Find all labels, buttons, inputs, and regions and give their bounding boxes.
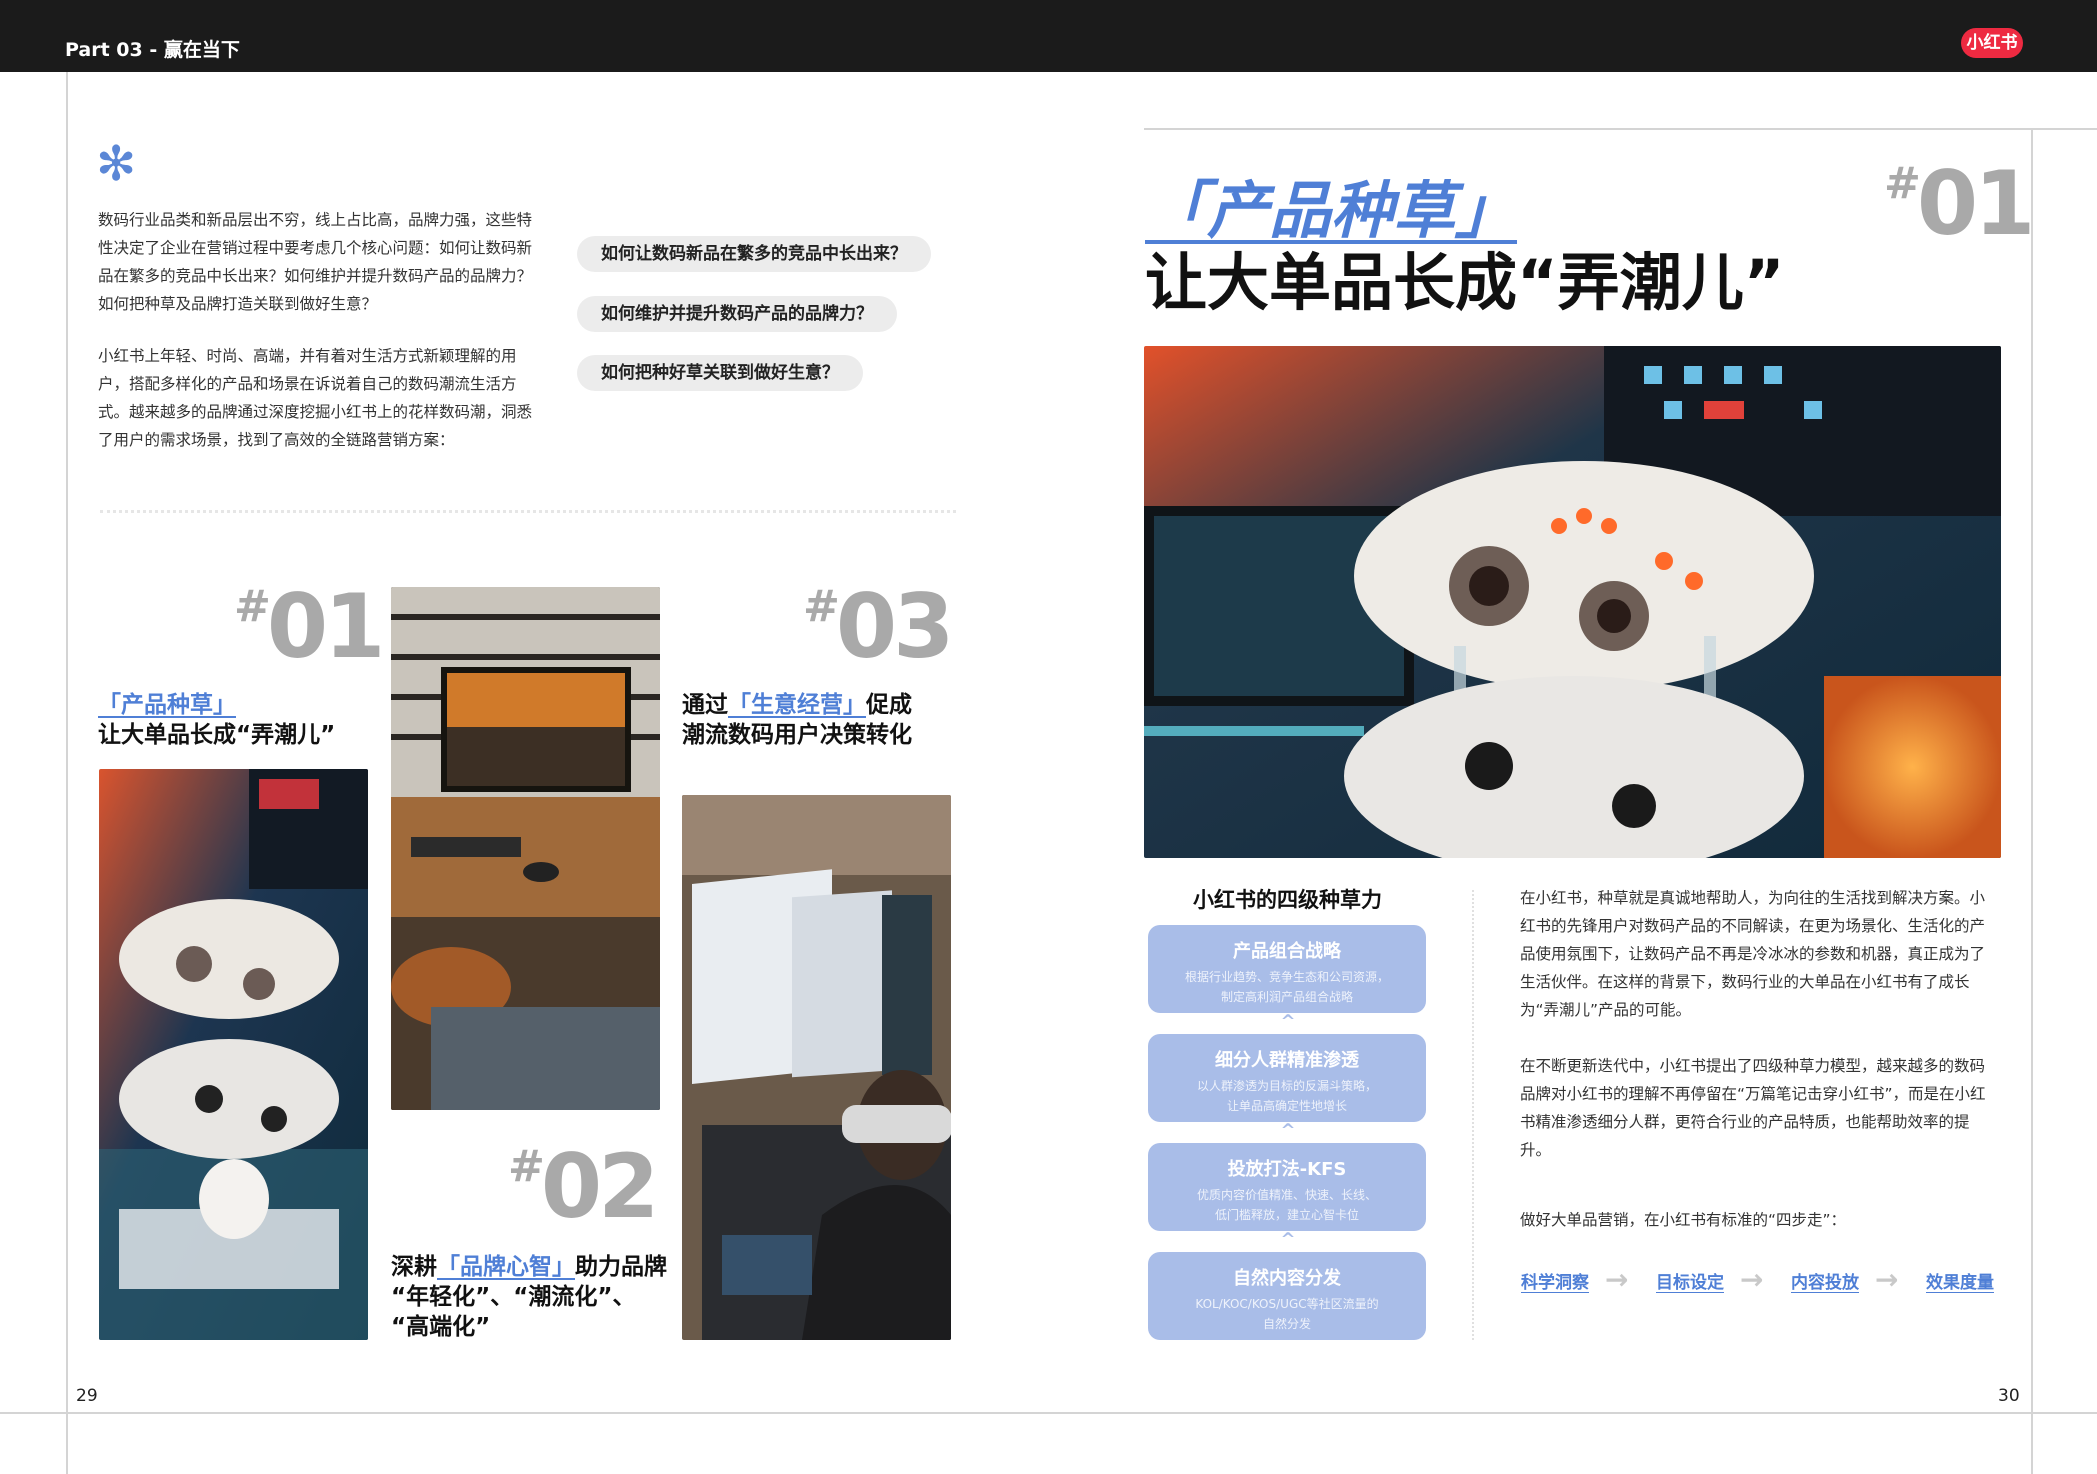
arrow-right-icon: →	[1605, 1263, 1629, 1296]
controllers-hero-photo	[1144, 346, 2001, 858]
main-title-line2: 让大单品长成“弄潮儿”	[1145, 246, 1785, 319]
desk-setup-photo	[391, 587, 660, 1110]
right-margin-line	[2031, 128, 2033, 1474]
right-paragraph-2: 在不断更新迭代中，小红书提出了四级种草力模型，越来越多的数码品牌对小红书的理解不…	[1520, 1057, 1986, 1159]
arrow-right-icon: →	[1740, 1263, 1764, 1296]
number-02-label: #02	[508, 1135, 659, 1238]
page-number-right: 30	[1998, 1386, 2020, 1406]
section-title: Part 03 - 赢在当下	[65, 39, 240, 61]
intro-paragraph-1: 数码行业品类和新品层出不穷，线上占比高，品牌力强，这些特性决定了企业在营销过程中…	[98, 211, 533, 313]
step-2: 目标设定	[1656, 1273, 1724, 1293]
number-01-label: #01	[234, 575, 385, 678]
right-paragraph-1: 在小红书，种草就是真诚地帮助人，为向往的生活找到解决方案。小红书的先锋用户对数码…	[1520, 889, 1986, 1019]
controllers-photo	[99, 769, 368, 1340]
asterisk-icon: ✻	[96, 136, 137, 192]
tier-4-card: 自然内容分发 KOL/KOC/KOS/UGC等社区流量的 自然分发	[1148, 1252, 1426, 1340]
model-title: 小红书的四级种草力	[1193, 888, 1382, 912]
item-02-heading: 深耕「品牌心智」助力品牌 “年轻化”、“潮流化”、 “高端化”	[391, 1254, 667, 1340]
top-bar: Part 03 - 赢在当下 小红书	[0, 0, 2097, 72]
number-03-label: #03	[803, 575, 954, 678]
xiaohongshu-logo: 小红书	[1961, 28, 2023, 58]
right-top-line	[1144, 128, 2097, 130]
dotted-vertical-divider	[1472, 890, 1474, 1340]
step-1: 科学洞察	[1521, 1273, 1589, 1293]
arrow-right-icon: →	[1875, 1263, 1899, 1296]
tier-3-card: 投放打法-KFS 优质内容价值精准、快速、长线、 低门槛释放，建立心智卡位	[1148, 1143, 1426, 1231]
left-margin-line	[66, 72, 68, 1474]
number-01-large: #01	[1884, 152, 2035, 255]
question-pill-3: 如何把种好草关联到做好生意？	[577, 355, 863, 391]
intro-paragraph-2: 小红书上年轻、时尚、高端，并有着对生活方式新颖理解的用户，搭配多样化的产品和场景…	[98, 347, 533, 449]
right-paragraph-3: 做好大单品营销，在小红书有标准的“四步走”：	[1520, 1211, 1847, 1229]
page-number-left: 29	[76, 1386, 98, 1406]
item-03-heading: 通过「生意经营」促成 潮流数码用户决策转化	[682, 692, 912, 748]
vr-headset-photo	[682, 795, 951, 1340]
dotted-divider	[100, 510, 956, 513]
item-01-heading: 「产品种草」 让大单品长成“弄潮儿”	[98, 692, 336, 748]
question-pill-1: 如何让数码新品在繁多的竞品中长出来？	[577, 236, 931, 272]
question-pill-2: 如何维护并提升数码产品的品牌力？	[577, 296, 897, 332]
chevron-up-icon: ^	[1280, 1229, 1296, 1250]
chevron-up-icon: ^	[1280, 1120, 1296, 1141]
bottom-line	[0, 1412, 2097, 1414]
chevron-up-icon: ^	[1280, 1011, 1296, 1032]
step-3: 内容投放	[1791, 1273, 1859, 1293]
tier-1-card: 产品组合战略 根据行业趋势、竞争生态和公司资源， 制定高利润产品组合战略	[1148, 925, 1426, 1013]
tier-2-card: 细分人群精准渗透 以人群渗透为目标的反漏斗策略， 让单品高确定性地增长	[1148, 1034, 1426, 1122]
step-4: 效果度量	[1926, 1273, 1994, 1293]
